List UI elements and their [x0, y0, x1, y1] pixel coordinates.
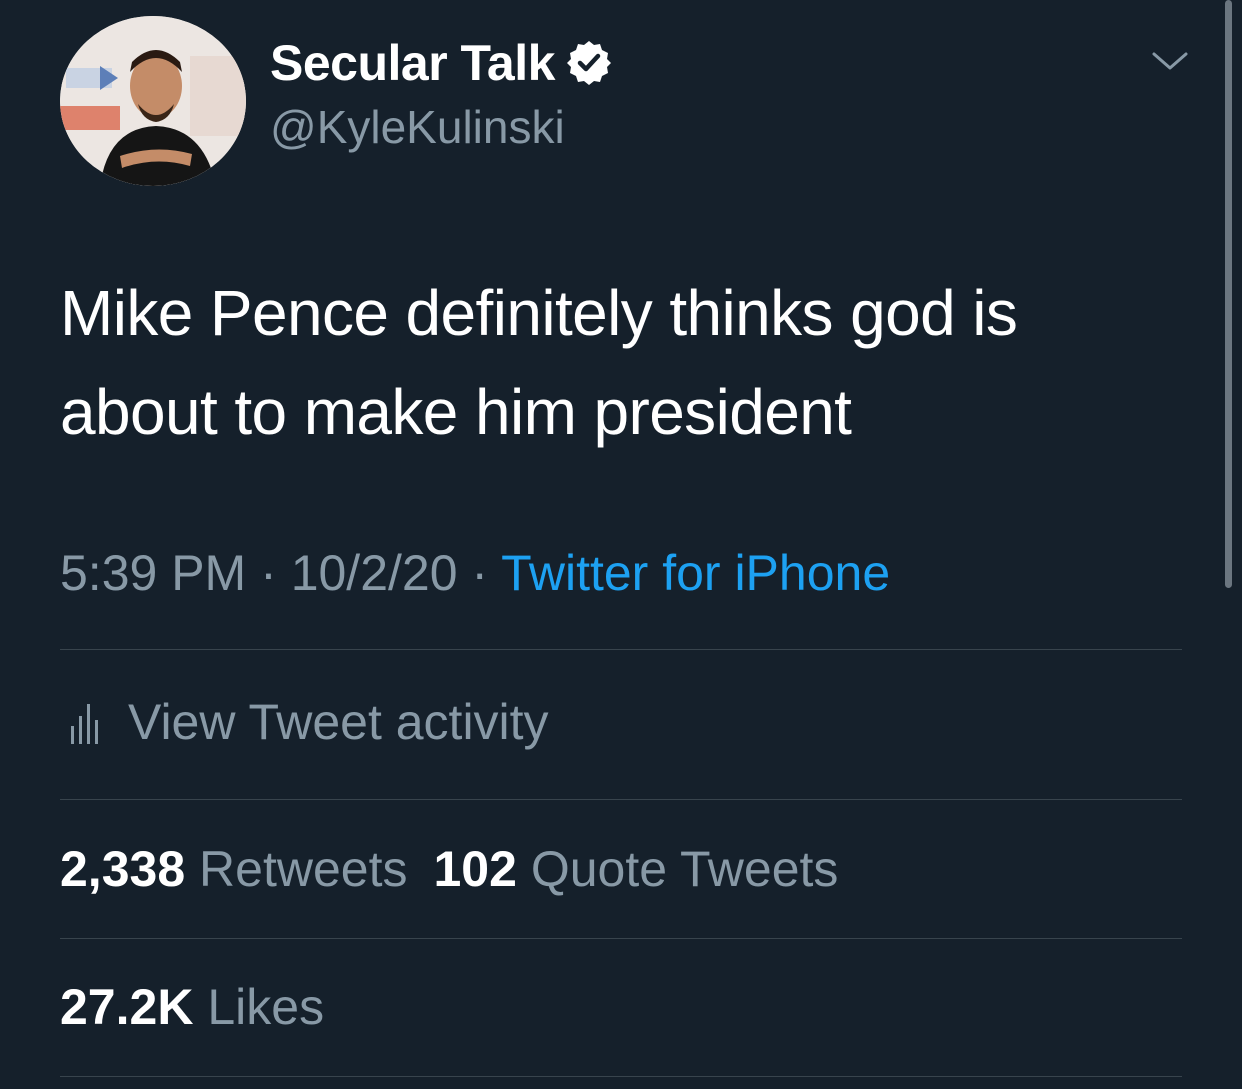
- likes-stat[interactable]: 27.2K Likes: [60, 978, 324, 1036]
- divider: [60, 938, 1182, 939]
- retweets-label: Retweets: [199, 841, 408, 897]
- tweet-source-link[interactable]: Twitter for iPhone: [501, 545, 890, 601]
- divider: [60, 649, 1182, 650]
- view-tweet-activity-label: View Tweet activity: [128, 694, 549, 750]
- likes-count: 27.2K: [60, 979, 194, 1035]
- tweet-detail: Secular Talk @KyleKulinski Mike Pence de…: [0, 0, 1242, 1089]
- tweet-time[interactable]: 5:39 PM: [60, 545, 246, 601]
- author-name-row[interactable]: Secular Talk: [270, 32, 613, 94]
- meta-separator: ·: [471, 545, 489, 601]
- quote-tweets-label: Quote Tweets: [530, 841, 839, 897]
- chevron-down-icon[interactable]: [1150, 46, 1190, 76]
- likes-label: Likes: [207, 979, 325, 1035]
- tweet-meta: 5:39 PM · 10/2/20 · Twitter for iPhone: [60, 544, 890, 602]
- retweets-stat[interactable]: 2,338 Retweets: [60, 841, 407, 897]
- author-handle[interactable]: @KyleKulinski: [270, 100, 565, 154]
- quote-tweets-count: 102: [433, 841, 517, 897]
- avatar-image: [60, 16, 246, 186]
- bar-chart-icon: [71, 704, 98, 744]
- verified-badge-icon: [565, 39, 613, 87]
- quote-tweets-stat[interactable]: 102 Quote Tweets: [433, 841, 838, 897]
- engagement-stats: 2,338 Retweets 102 Quote Tweets: [60, 840, 838, 898]
- avatar[interactable]: [60, 16, 246, 186]
- divider: [60, 799, 1182, 800]
- divider: [60, 1076, 1182, 1077]
- tweet-date[interactable]: 10/2/20: [291, 545, 458, 601]
- display-name[interactable]: Secular Talk: [270, 34, 555, 92]
- meta-separator: ·: [260, 545, 277, 601]
- tweet-text: Mike Pence definitely thinks god is abou…: [60, 277, 1018, 448]
- view-tweet-activity-link[interactable]: View Tweet activity: [60, 690, 549, 754]
- retweets-count: 2,338: [60, 841, 186, 897]
- scrollbar[interactable]: [1225, 0, 1232, 588]
